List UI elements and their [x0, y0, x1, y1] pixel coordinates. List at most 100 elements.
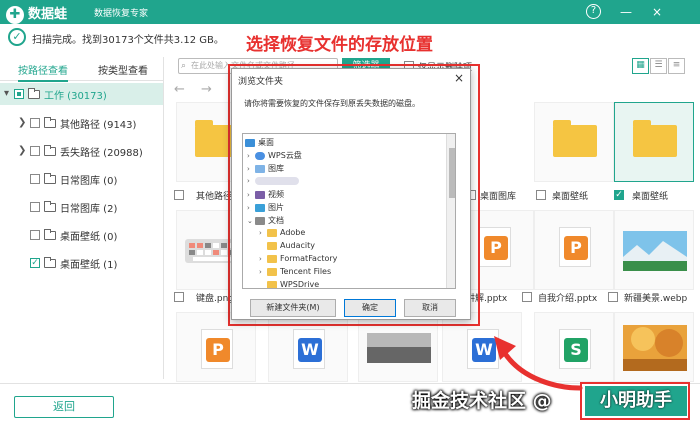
tree-item-blurred[interactable]: › [247, 176, 299, 185]
tree-item-pictures[interactable]: › 图片 [247, 202, 284, 213]
checkbox[interactable] [30, 202, 40, 212]
sidebar-item-label: 桌面壁纸 (1) [60, 260, 118, 271]
sidebar-item-other-paths[interactable]: ❯ 其他路径 (9143) [0, 112, 163, 134]
file-checkbox[interactable] [608, 292, 618, 302]
file-checkbox[interactable] [174, 190, 184, 200]
file-label: 自我介绍.pptx [538, 294, 598, 304]
tree-item-formatfactory[interactable]: › FormatFactory [259, 254, 337, 263]
tree-item-documents[interactable]: ⌄ 文档 [247, 215, 284, 226]
dialog-message: 请你将需要恢复的文件保存到原丢失数据的磁盘。 [244, 99, 420, 108]
file-checkbox[interactable] [536, 190, 546, 200]
status-text: 扫描完成。找到30173个文件共3.12 GB。 [32, 35, 224, 46]
chevron-right-icon[interactable]: › [259, 268, 267, 276]
sidebar-item-label: 工作 (30173) [44, 91, 107, 102]
chevron-right-icon[interactable]: › [247, 177, 255, 185]
ppt-icon: P [484, 236, 508, 260]
author-badge: 小明助手 [585, 386, 687, 416]
sidebar: 按路径查看 按类型查看 ▾ 工作 (30173) ❯ 其他路径 (9143) ❯… [0, 57, 164, 379]
close-button[interactable]: × [648, 3, 666, 21]
folder-icon [44, 173, 56, 184]
back-arrow-icon[interactable]: ← [174, 82, 185, 97]
checkbox[interactable] [30, 174, 40, 184]
cloud-icon [255, 151, 265, 160]
sidebar-item-work[interactable]: ▾ 工作 (30173) [0, 83, 163, 105]
landscape-thumbnail [623, 231, 687, 271]
list-view-icon[interactable]: ☰ [650, 58, 667, 74]
chevron-right-icon[interactable]: › [247, 191, 255, 199]
grid-view-icon[interactable]: ▦ [632, 58, 649, 74]
folder-tree[interactable]: 桌面 › WPS云盘 › 图库 › › 视频 › 图片 ⌄ 文档 › Adobe Audac… [242, 133, 456, 289]
app-name: 数据蛙 [28, 7, 68, 22]
scrollbar-thumb[interactable] [449, 148, 455, 198]
sidebar-item-label: 其他路径 (9143) [60, 120, 137, 131]
checkbox[interactable] [30, 146, 40, 156]
file-label: 新疆美景.webp [624, 294, 688, 304]
tree-item-videos[interactable]: › 视频 [247, 189, 284, 200]
sidebar-item-daily-gallery-2[interactable]: 日常图库 (2) [0, 196, 163, 218]
chevron-down-icon[interactable]: ▾ [4, 88, 9, 99]
file-tile[interactable]: P [534, 210, 614, 290]
chevron-down-icon[interactable]: ⌄ [247, 217, 255, 225]
sidebar-item-label: 日常图库 (2) [60, 204, 118, 215]
sidebar-item-wallpaper-2[interactable]: ✓ 桌面壁纸 (1) [0, 252, 163, 274]
folder-icon [267, 254, 277, 263]
sidebar-item-lost-paths[interactable]: ❯ 丢失路径 (20988) [0, 140, 163, 162]
ok-button[interactable]: 确定 [344, 299, 396, 317]
chevron-right-icon[interactable]: ❯ [18, 145, 26, 156]
tree-scrollbar[interactable] [446, 134, 455, 288]
tab-by-path[interactable]: 按路径查看 [18, 62, 68, 82]
file-tile[interactable] [614, 312, 694, 382]
document-icon: W [293, 329, 325, 369]
blurred-label [255, 176, 299, 185]
chevron-right-icon[interactable]: › [247, 152, 255, 160]
file-checkbox-checked[interactable]: ✓ [614, 190, 624, 200]
documents-icon [255, 216, 265, 225]
dialog-title: 浏览文件夹 [238, 77, 284, 87]
video-icon [255, 190, 265, 199]
chevron-right-icon[interactable]: › [259, 255, 267, 263]
folder-icon [44, 257, 56, 268]
view-tabs: 按路径查看 按类型查看 [0, 57, 164, 82]
autumn-thumbnail [623, 325, 687, 371]
tree-item-adobe[interactable]: › Adobe [259, 228, 305, 237]
folder-icon [553, 120, 597, 157]
sidebar-item-label: 日常图库 (0) [60, 176, 118, 187]
app-logo: ✚ 数据蛙 [6, 3, 67, 24]
file-checkbox[interactable] [522, 292, 532, 302]
file-tile[interactable] [614, 210, 694, 290]
cancel-button[interactable]: 取消 [404, 299, 456, 317]
tab-by-type[interactable]: 按类型查看 [98, 62, 148, 77]
nav-arrows: ← → [174, 82, 212, 97]
tree-item-audacity[interactable]: Audacity [259, 241, 315, 250]
tree-item-gallery[interactable]: › 图库 [247, 163, 284, 174]
tree-item-tencent-files[interactable]: › Tencent Files [259, 267, 331, 276]
back-button[interactable]: 返回 [14, 396, 114, 418]
forward-arrow-icon[interactable]: → [201, 82, 212, 97]
folder-icon [44, 117, 56, 128]
document-icon: P [559, 227, 591, 267]
minimize-button[interactable]: — [617, 3, 635, 21]
checkbox[interactable] [30, 118, 40, 128]
chevron-right-icon[interactable]: › [247, 165, 255, 173]
dialog-close-icon[interactable]: × [454, 71, 464, 85]
folder-icon [44, 229, 56, 240]
folder-icon [28, 88, 40, 99]
sidebar-item-daily-gallery[interactable]: 日常图库 (0) [0, 168, 163, 190]
file-tile-selected[interactable] [614, 102, 694, 182]
file-checkbox[interactable] [174, 292, 184, 302]
help-button[interactable]: ? [586, 4, 601, 19]
tree-item-desktop[interactable]: 桌面 [245, 137, 274, 148]
detail-view-icon[interactable]: ≡ [668, 58, 685, 74]
tree-item-wpsdrive[interactable]: WPSDrive [259, 280, 319, 288]
checkbox[interactable] [14, 89, 24, 99]
chevron-right-icon[interactable]: › [259, 229, 267, 237]
checkbox-checked[interactable]: ✓ [30, 258, 40, 268]
new-folder-button[interactable]: 新建文件夹(M) [250, 299, 336, 317]
file-tile[interactable] [534, 102, 614, 182]
checkbox[interactable] [30, 230, 40, 240]
chevron-right-icon[interactable]: ❯ [18, 117, 26, 128]
chevron-right-icon[interactable]: › [247, 204, 255, 212]
sidebar-item-wallpaper[interactable]: 桌面壁纸 (0) [0, 224, 163, 246]
tree-item-wps-cloud[interactable]: › WPS云盘 [247, 150, 302, 161]
sidebar-item-label: 桌面壁纸 (0) [60, 232, 118, 243]
